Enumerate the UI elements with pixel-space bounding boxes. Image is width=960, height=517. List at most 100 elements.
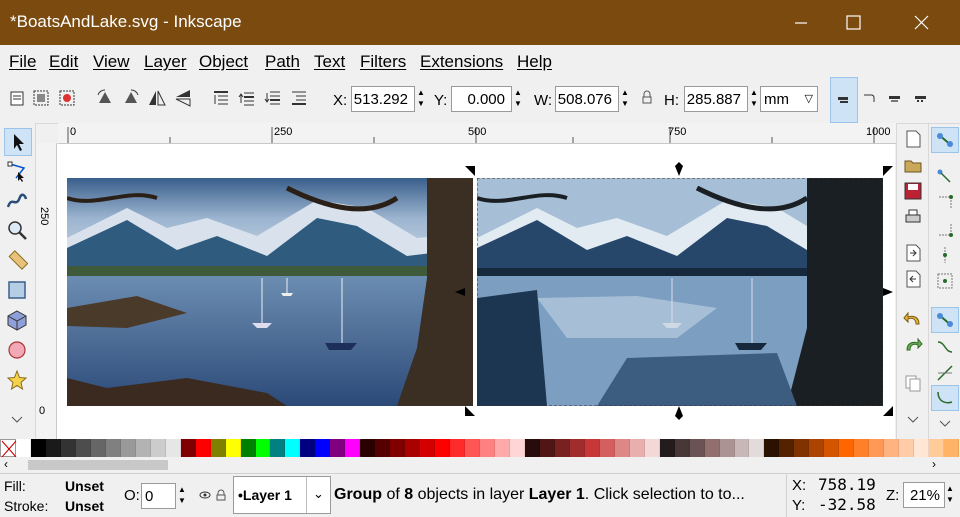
minimize-button[interactable] [778,0,824,45]
color-swatch[interactable] [315,439,331,457]
move-patterns-icon[interactable] [912,89,930,107]
color-swatch[interactable] [135,439,151,457]
color-swatch[interactable] [899,439,915,457]
snap-cusp-toggle[interactable] [931,385,959,411]
open-folder-icon[interactable] [903,155,923,175]
selector-tool[interactable] [4,128,32,156]
snap-bbox-center-icon[interactable] [935,271,955,291]
zoom-tool-icon[interactable] [6,219,28,241]
drawing-canvas[interactable] [57,144,895,439]
color-swatch[interactable] [539,439,555,457]
color-swatch[interactable] [584,439,600,457]
color-swatch[interactable] [180,439,196,457]
color-swatch[interactable] [914,439,930,457]
color-swatch[interactable] [330,439,346,457]
snap-bbox-midpoint-icon[interactable] [935,245,955,265]
menu-extensions[interactable]: Extensions [420,52,503,72]
color-swatch[interactable] [255,439,271,457]
ellipse-tool-icon[interactable] [6,339,28,361]
color-swatch[interactable] [689,439,705,457]
layer-select[interactable]: •Layer 1 ⌄ [233,476,331,514]
zoom-input[interactable]: 21% ▲ ▼ [903,482,954,508]
color-swatch[interactable] [779,439,795,457]
copy-icon[interactable] [903,373,923,393]
flip-horizontal-icon[interactable] [148,89,166,107]
selection-handles[interactable] [57,144,895,439]
layer-visibility-icon[interactable] [198,488,212,502]
color-swatch[interactable] [614,439,630,457]
scroll-right-icon[interactable]: › [932,457,936,471]
color-swatch[interactable] [869,439,885,457]
h-stepper[interactable]: ▲ ▼ [748,87,760,111]
color-swatch[interactable] [644,439,660,457]
color-swatch[interactable] [360,439,376,457]
color-swatch[interactable] [734,439,750,457]
color-swatch[interactable] [674,439,690,457]
move-gradients-icon[interactable] [886,89,904,107]
snap-bbox-icon[interactable] [935,167,955,187]
fill-value[interactable]: Unset [65,478,104,494]
measure-tool-icon[interactable] [6,249,28,271]
flip-vertical-icon[interactable] [174,89,192,107]
color-swatch[interactable] [944,439,960,457]
rectangle-tool-icon[interactable] [6,279,28,301]
print-icon[interactable] [903,207,923,227]
save-icon[interactable] [903,181,923,201]
scale-corners-icon[interactable] [860,89,878,107]
color-swatch[interactable] [749,439,765,457]
color-swatch[interactable] [569,439,585,457]
color-swatch[interactable] [300,439,316,457]
color-swatch[interactable] [60,439,76,457]
expand-snap-icon[interactable] [935,417,955,431]
color-swatch[interactable] [30,439,46,457]
menu-layer[interactable]: Layer [144,52,187,72]
new-document-icon[interactable] [903,129,923,149]
menu-edit[interactable]: Edit [49,52,78,72]
color-swatch[interactable] [435,439,451,457]
y-input[interactable]: 0.000 ▲ ▼ [451,86,522,112]
lock-icon[interactable] [638,89,656,107]
color-swatch[interactable] [764,439,780,457]
color-swatch[interactable] [809,439,825,457]
color-swatch[interactable] [75,439,91,457]
color-swatch[interactable] [390,439,406,457]
w-input[interactable]: 508.076 ▲ ▼ [555,86,629,112]
lower-icon[interactable] [264,89,282,107]
color-swatch[interactable] [375,439,391,457]
snap-bbox-corner-icon[interactable] [935,219,955,239]
select-all-icon[interactable] [8,89,26,107]
color-swatch[interactable] [45,439,61,457]
w-stepper[interactable]: ▲ ▼ [619,87,631,111]
zoom-stepper[interactable]: ▲ ▼ [944,483,956,507]
snap-toggle[interactable] [931,127,959,153]
close-button[interactable] [898,0,944,45]
color-swatch[interactable] [524,439,540,457]
color-swatch[interactable] [480,439,495,457]
horizontal-scrollbar[interactable]: ‹ › [0,457,960,473]
color-swatch[interactable] [509,439,525,457]
node-tool-icon[interactable] [6,160,28,182]
h-input[interactable]: 285.887 ▲ ▼ [684,86,758,112]
color-swatch[interactable] [450,439,466,457]
color-swatch[interactable] [105,439,121,457]
expand-commands-icon[interactable] [903,413,923,427]
color-swatch[interactable] [420,439,436,457]
lower-to-bottom-icon[interactable] [290,89,308,107]
undo-icon[interactable] [903,309,923,329]
menu-path[interactable]: Path [265,52,300,72]
color-swatch[interactable] [465,439,481,457]
menu-view[interactable]: View [93,52,130,72]
color-swatch[interactable] [225,439,241,457]
x-input[interactable]: 513.292 ▲ ▼ [351,86,425,112]
color-swatch[interactable] [599,439,615,457]
color-swatch[interactable] [195,439,211,457]
color-swatch[interactable] [120,439,136,457]
menu-file[interactable]: File [9,52,36,72]
no-paint-swatch[interactable] [0,439,17,458]
color-swatch[interactable] [824,439,840,457]
import-icon[interactable] [903,243,923,263]
scrollbar-thumb[interactable] [28,460,168,470]
deselect-icon[interactable] [58,89,76,107]
3d-box-tool-icon[interactable] [6,309,28,331]
color-swatch[interactable] [90,439,106,457]
